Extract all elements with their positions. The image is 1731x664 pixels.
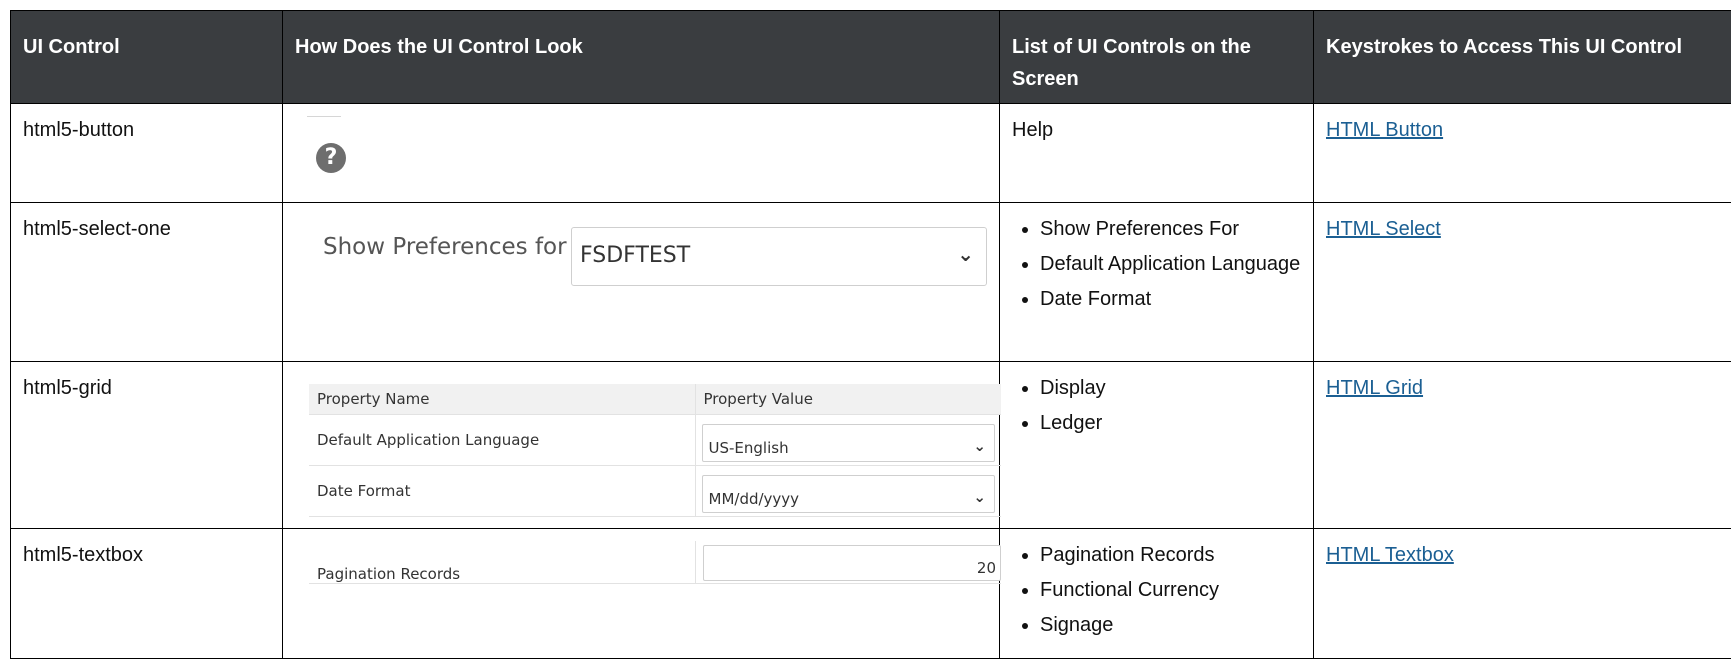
control-name: html5-textbox: [10, 528, 283, 659]
help-question-icon[interactable]: ?: [316, 143, 346, 173]
controls-list: Pagination Records Functional Currency S…: [1012, 541, 1301, 639]
grid-header-property-name: Property Name: [309, 384, 695, 415]
controls-list-cell: Show Preferences For Default Application…: [999, 202, 1314, 362]
controls-list: Show Preferences For Default Application…: [1012, 215, 1301, 313]
keystroke-link-cell: HTML Button: [1313, 103, 1731, 203]
html-textbox-link[interactable]: HTML Textbox: [1326, 544, 1454, 566]
ui-controls-table: UI Control How Does the UI Control Look …: [10, 10, 1731, 659]
list-item: Ledger: [1040, 409, 1301, 437]
list-item: Pagination Records: [1040, 541, 1301, 569]
property-value-cell: US-English ⌄: [694, 414, 1001, 466]
table-row: html5-grid Property Name Property Value …: [10, 361, 1731, 529]
control-name: html5-select-one: [10, 202, 283, 362]
header-keystrokes: Keystrokes to Access This UI Control: [1313, 10, 1731, 104]
list-item: Default Application Language: [1040, 250, 1301, 278]
select-value: US-English: [708, 439, 789, 457]
header-ui-control: UI Control: [10, 10, 283, 104]
grid-demo: Property Name Property Value Default App…: [295, 374, 1001, 517]
pagination-records-label: Pagination Records: [317, 565, 461, 583]
control-name: html5-grid: [10, 361, 283, 529]
header-control-look: How Does the UI Control Look: [282, 10, 1000, 104]
show-preferences-select[interactable]: FSDFTEST ⌄: [571, 227, 987, 286]
controls-list-cell: Display Ledger: [999, 361, 1314, 529]
list-item: Display: [1040, 374, 1301, 402]
table-row: html5-select-one Show Preferences for FS…: [10, 202, 1731, 362]
table-row: html5-button ? Help HTML Button: [10, 103, 1731, 203]
keystroke-link-cell: HTML Textbox: [1313, 528, 1731, 659]
header-row: UI Control How Does the UI Control Look …: [10, 10, 1731, 104]
property-grid: Property Name Property Value Default App…: [309, 384, 1001, 517]
controls-list-cell: Help: [999, 103, 1314, 203]
control-look-cell: Pagination Records 20: [282, 528, 1001, 659]
keystroke-link-cell: HTML Select: [1313, 202, 1731, 362]
divider: [695, 541, 696, 583]
keystroke-link-cell: HTML Grid: [1313, 361, 1731, 529]
help-button-demo: ?: [295, 116, 987, 190]
html-select-link[interactable]: HTML Select: [1326, 218, 1441, 240]
html-grid-link[interactable]: HTML Grid: [1326, 377, 1423, 399]
date-format-select[interactable]: MM/dd/yyyy ⌄: [701, 475, 995, 513]
property-name: Default Application Language: [309, 414, 695, 466]
controls-list-cell: Pagination Records Functional Currency S…: [999, 528, 1314, 659]
controls-list: Display Ledger: [1012, 374, 1301, 437]
html-button-link[interactable]: HTML Button: [1326, 119, 1443, 141]
control-look-cell: ?: [282, 103, 1000, 203]
header-controls-list: List of UI Controls on the Screen: [999, 10, 1314, 104]
control-name: html5-button: [10, 103, 283, 203]
list-item: Help: [1012, 119, 1054, 141]
grid-header-property-value: Property Value: [694, 384, 1001, 415]
select-value: MM/dd/yyyy: [708, 490, 800, 508]
table-row: html5-textbox Pagination Records 20 Pagi…: [10, 528, 1731, 659]
chevron-down-icon: ⌄: [973, 488, 986, 506]
textbox-demo: Pagination Records 20: [295, 541, 1001, 641]
list-item: Functional Currency: [1040, 576, 1301, 604]
list-item: Signage: [1040, 611, 1301, 639]
select-value: FSDFTEST: [580, 243, 691, 268]
show-preferences-label: Show Preferences for: [323, 234, 567, 260]
property-name: Date Format: [309, 465, 695, 517]
pagination-records-input[interactable]: 20: [703, 545, 1001, 581]
language-select[interactable]: US-English ⌄: [701, 424, 995, 462]
control-look-cell: Property Name Property Value Default App…: [282, 361, 1001, 529]
property-value-cell: MM/dd/yyyy ⌄: [694, 465, 1001, 517]
grid-row: Date Format MM/dd/yyyy ⌄: [309, 465, 1001, 517]
select-demo: Show Preferences for FSDFTEST ⌄: [295, 215, 987, 349]
list-item: Show Preferences For: [1040, 215, 1301, 243]
divider: [307, 116, 341, 117]
grid-row: Default Application Language US-English …: [309, 414, 1001, 466]
list-item: Date Format: [1040, 285, 1301, 313]
input-value: 20: [976, 559, 996, 577]
chevron-down-icon: ⌄: [957, 242, 974, 266]
control-look-cell: Show Preferences for FSDFTEST ⌄: [282, 202, 1000, 362]
chevron-down-icon: ⌄: [973, 437, 986, 455]
